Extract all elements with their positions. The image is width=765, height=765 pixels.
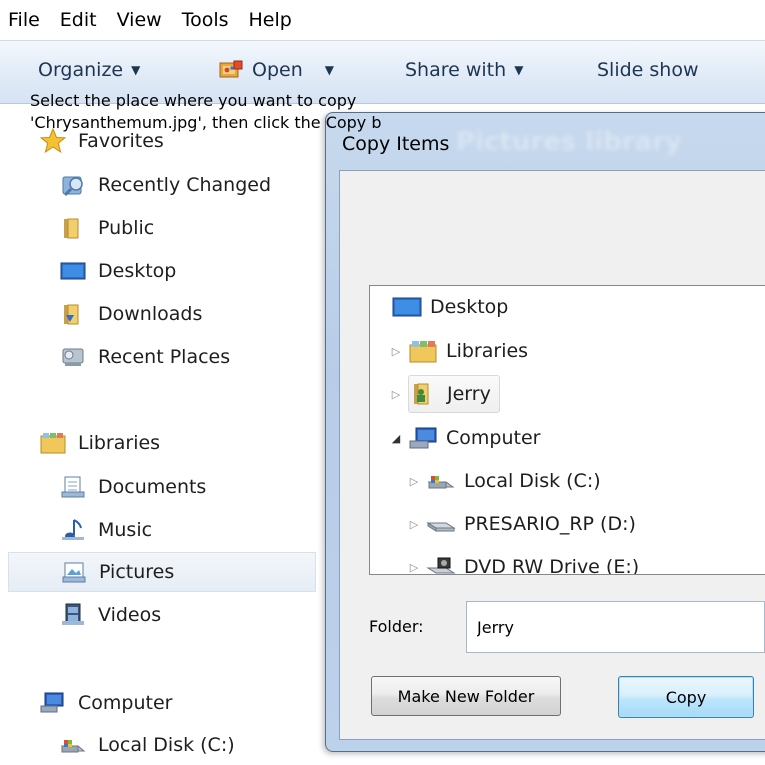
videos-icon xyxy=(60,602,86,628)
hard-drive-icon xyxy=(60,732,86,758)
tree-item-label: Computer xyxy=(446,427,541,449)
computer-icon xyxy=(40,690,66,716)
menu-view[interactable]: View xyxy=(117,9,162,31)
nav-desktop[interactable]: Desktop xyxy=(60,251,176,291)
menu-bar: File Edit View Tools Help xyxy=(0,0,765,40)
tree-item-label: DVD RW Drive (E:) xyxy=(464,556,640,575)
desktop-icon xyxy=(392,294,422,320)
nav-public[interactable]: Public xyxy=(60,208,154,248)
copy-button[interactable]: Copy xyxy=(618,676,754,718)
nav-recent-places[interactable]: Recent Places xyxy=(60,337,230,377)
instruction-line-2: 'Chrysanthemum.jpg', then click the Copy… xyxy=(30,113,382,132)
pictures-icon xyxy=(61,559,87,585)
dialog-title: Copy Items xyxy=(342,133,450,155)
chevron-down-icon: ▼ xyxy=(131,63,141,77)
expand-arrow-icon[interactable]: ▷ xyxy=(406,518,422,531)
nav-computer[interactable]: Computer xyxy=(40,683,172,723)
nav-videos-label: Videos xyxy=(98,604,162,626)
tree-item-presario[interactable]: ▷ PRESARIO_RP (D:) xyxy=(406,506,636,542)
nav-recently-changed[interactable]: Recently Changed xyxy=(60,165,271,205)
expand-arrow-icon[interactable]: ▷ xyxy=(388,345,404,358)
tree-item-desktop[interactable]: Desktop xyxy=(392,289,508,325)
collapse-arrow-icon[interactable]: ◢ xyxy=(388,432,404,445)
recent-places-icon xyxy=(60,344,86,370)
nav-documents-label: Documents xyxy=(98,476,207,498)
tree-item-label: Jerry xyxy=(447,383,491,405)
user-folder-icon xyxy=(409,381,439,407)
open-with-icon xyxy=(218,59,244,81)
hard-drive-icon xyxy=(426,468,456,494)
drive-icon xyxy=(426,511,456,537)
nav-public-label: Public xyxy=(98,217,155,239)
nav-pictures[interactable]: Pictures xyxy=(8,552,316,592)
chevron-down-icon[interactable]: ▼ xyxy=(325,63,334,77)
navigation-pane: Favorites Recently Changed Public Deskto… xyxy=(0,105,325,765)
expand-arrow-icon[interactable]: ▷ xyxy=(388,388,404,401)
folder-label: Folder: xyxy=(369,617,424,636)
make-new-folder-button[interactable]: Make New Folder xyxy=(371,676,561,716)
nav-documents[interactable]: Documents xyxy=(60,467,206,507)
nav-computer-label: Computer xyxy=(78,692,173,714)
nav-libraries-label: Libraries xyxy=(78,432,161,454)
background-window-title: Pictures library xyxy=(456,127,682,157)
organize-button[interactable]: Organize ▼ xyxy=(38,59,140,81)
desktop-icon xyxy=(60,258,86,284)
nav-recent-places-label: Recent Places xyxy=(98,346,231,368)
tree-item-computer[interactable]: ◢ Computer xyxy=(388,420,541,456)
tree-item-jerry[interactable]: ▷ Jerry xyxy=(388,375,500,413)
tree-item-dvd[interactable]: ▷ DVD RW Drive (E:) xyxy=(406,549,640,575)
expand-arrow-icon[interactable]: ▷ xyxy=(406,475,422,488)
expand-arrow-icon[interactable]: ▷ xyxy=(406,561,422,574)
nav-music-label: Music xyxy=(98,519,153,541)
nav-music[interactable]: Music xyxy=(60,510,152,550)
menu-tools[interactable]: Tools xyxy=(182,9,229,31)
tree-item-local-disk[interactable]: ▷ Local Disk (C:) xyxy=(406,463,601,499)
share-with-label: Share with xyxy=(405,59,507,81)
libraries-icon xyxy=(408,338,438,364)
menu-help[interactable]: Help xyxy=(249,9,292,31)
nav-pictures-label: Pictures xyxy=(99,561,175,583)
nav-recently-changed-label: Recently Changed xyxy=(98,174,272,196)
music-icon xyxy=(60,517,86,543)
nav-libraries[interactable]: Libraries xyxy=(40,423,160,463)
slide-show-button[interactable]: Slide show xyxy=(597,59,699,81)
tree-item-libraries[interactable]: ▷ Libraries xyxy=(388,333,528,369)
menu-file[interactable]: File xyxy=(8,9,40,31)
tree-item-jerry-selection: Jerry xyxy=(408,375,500,413)
menu-edit[interactable]: Edit xyxy=(60,9,97,31)
organize-label: Organize xyxy=(38,59,124,81)
documents-icon xyxy=(60,474,86,500)
dvd-drive-icon xyxy=(426,554,456,574)
share-with-button[interactable]: Share with ▼ xyxy=(405,59,523,81)
tree-item-label: Local Disk (C:) xyxy=(464,470,601,492)
nav-videos[interactable]: Videos xyxy=(60,595,161,635)
open-label: Open xyxy=(252,59,303,81)
recently-changed-icon xyxy=(60,172,86,198)
nav-downloads-label: Downloads xyxy=(98,303,203,325)
instruction-line-1: Select the place where you want to copy xyxy=(30,91,357,110)
open-button[interactable]: Open ▼ xyxy=(218,59,334,81)
libraries-icon xyxy=(40,430,66,456)
folder-icon xyxy=(60,215,86,241)
nav-downloads[interactable]: Downloads xyxy=(60,294,202,334)
downloads-icon xyxy=(60,301,86,327)
instruction-text: Select the place where you want to copy … xyxy=(30,90,382,134)
tree-item-label: PRESARIO_RP (D:) xyxy=(464,513,636,535)
tree-item-label: Libraries xyxy=(446,340,529,362)
tree-item-label: Desktop xyxy=(430,296,509,318)
folder-tree[interactable]: Desktop ▷ Libraries ▷ Jerry ◢ Computer ▷… xyxy=(369,285,765,575)
nav-desktop-label: Desktop xyxy=(98,260,177,282)
nav-local-disk[interactable]: Local Disk (C:) xyxy=(60,725,235,765)
folder-input[interactable] xyxy=(466,601,765,653)
nav-local-disk-label: Local Disk (C:) xyxy=(98,734,235,756)
slide-show-label: Slide show xyxy=(597,59,699,81)
chevron-down-icon: ▼ xyxy=(514,63,524,77)
computer-icon xyxy=(408,425,438,451)
